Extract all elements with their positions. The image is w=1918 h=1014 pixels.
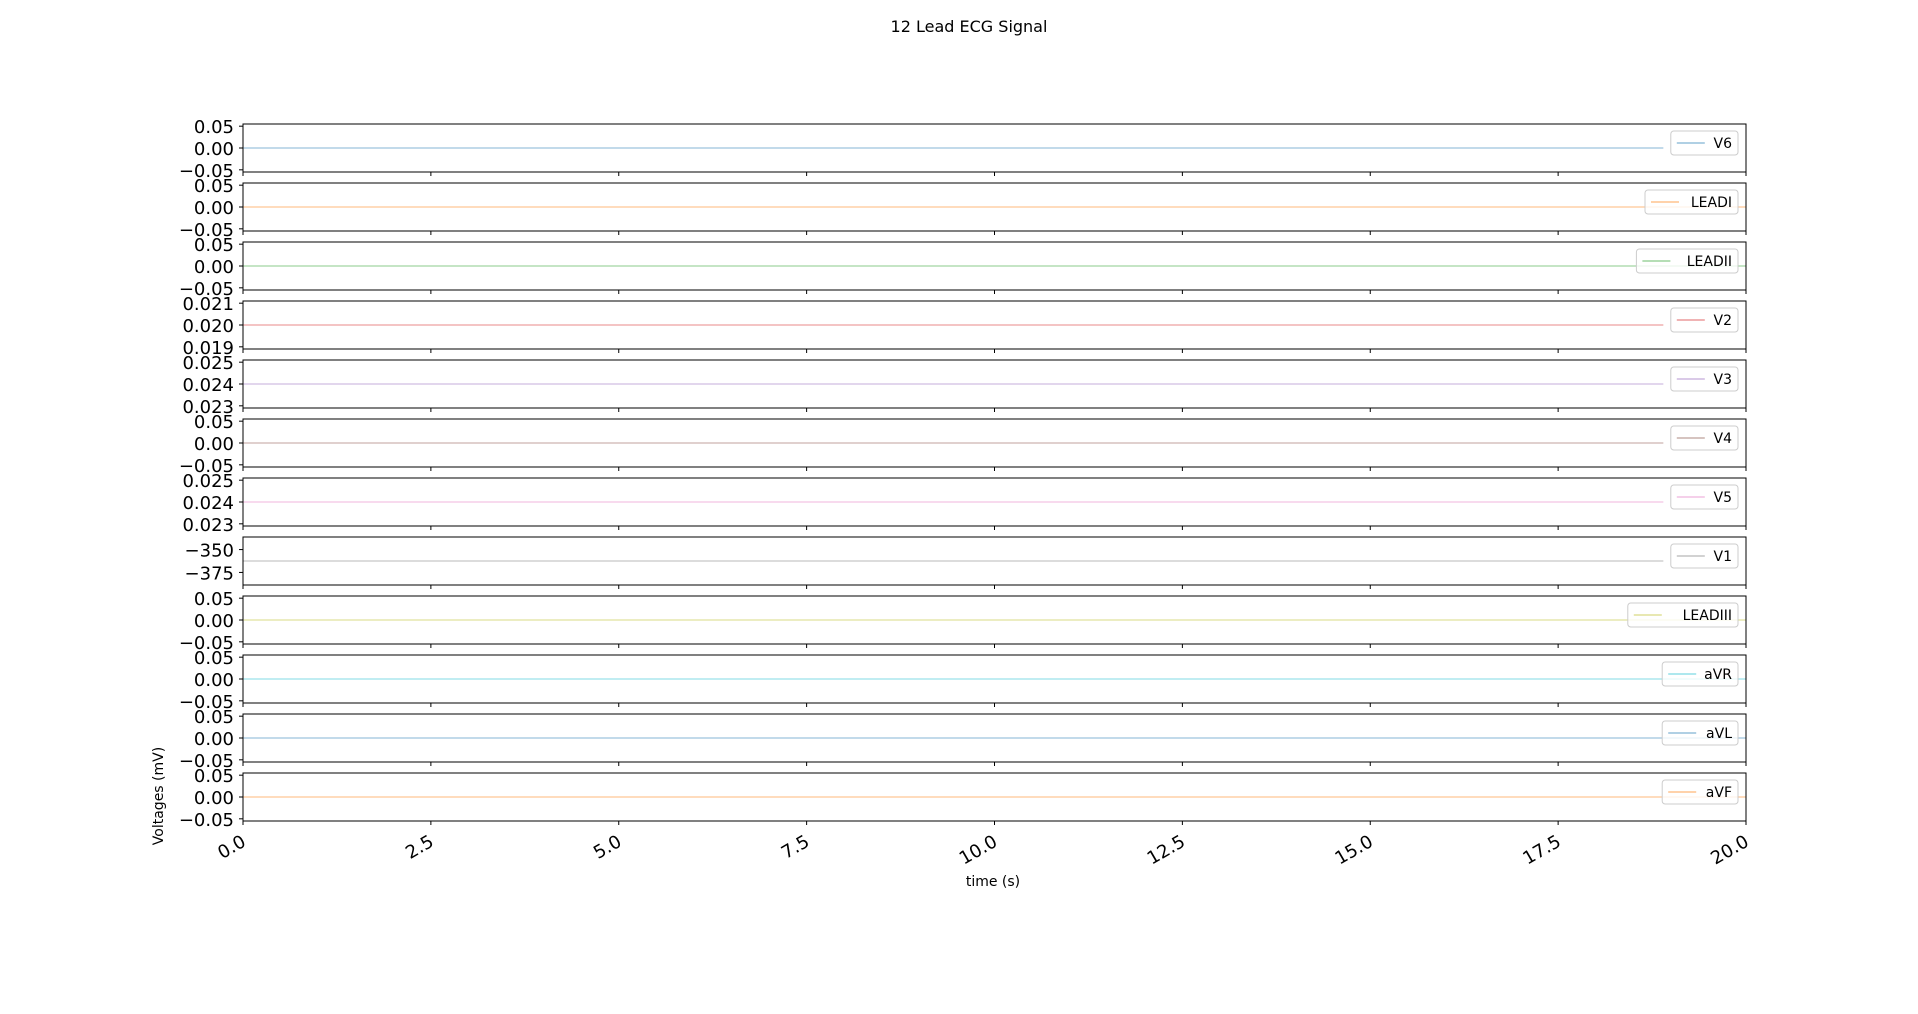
x-tick-label: 7.5 — [778, 831, 813, 864]
legend-aVR: aVR — [1661, 661, 1739, 687]
legend-label: V6 — [1714, 136, 1733, 152]
y-tick-label: 0.05 — [194, 589, 234, 610]
legend-V4: V4 — [1670, 425, 1739, 451]
y-tick-label: 0.024 — [182, 375, 234, 396]
x-tick-label: 2.5 — [402, 831, 437, 864]
legend-label: LEADII — [1687, 254, 1732, 270]
lead-panel-LEADIII: 0.050.00−0.05LEADIII — [179, 589, 1747, 654]
legend-LEADI: LEADI — [1644, 189, 1739, 215]
legend-aVL: aVL — [1661, 720, 1739, 746]
y-tick-label: 0.025 — [182, 471, 234, 492]
lead-panel-aVR: 0.050.00−0.05aVR — [179, 648, 1747, 713]
lead-panel-aVL: 0.050.00−0.05aVL — [179, 707, 1747, 772]
legend-label: aVR — [1704, 667, 1732, 683]
legend-label: V3 — [1714, 372, 1732, 388]
legend-V2: V2 — [1670, 307, 1739, 333]
y-tick-label: 0.00 — [194, 788, 234, 809]
y-tick-label: 0.020 — [182, 316, 234, 337]
y-tick-label: 0.05 — [194, 176, 234, 197]
y-tick-label: 0.00 — [194, 257, 234, 278]
y-tick-label: 0.05 — [194, 766, 234, 787]
lead-panel-V6: 0.050.00−0.05V6 — [179, 117, 1747, 182]
legend-label: V5 — [1714, 490, 1732, 506]
lead-panel-V5: 0.0250.0240.023 V5 — [182, 471, 1747, 536]
y-tick-label: 0.05 — [194, 117, 234, 138]
legend-V6: V6 — [1670, 130, 1739, 156]
lead-panel-aVF: 0.050.00−0.05 aVF — [179, 766, 1747, 831]
x-tick-label: 0.0 — [214, 831, 249, 864]
legend-label: aVL — [1706, 726, 1732, 742]
legend-V5: V5 — [1670, 484, 1739, 510]
lead-panel-V3: 0.0250.0240.023V3 — [182, 353, 1747, 418]
x-tick-label: 5.0 — [590, 831, 625, 864]
x-tick-label: 12.5 — [1144, 831, 1189, 869]
y-tick-label: −375 — [185, 563, 234, 584]
y-tick-label: 0.025 — [182, 353, 234, 374]
legend-V1: V1 — [1670, 543, 1739, 569]
y-axis-label: Voltages (mV) — [151, 747, 167, 845]
legend-label: LEADIII — [1683, 608, 1732, 624]
y-tick-label: −350 — [185, 541, 234, 562]
y-tick-label: 0.05 — [194, 235, 234, 256]
x-axis-label: time (s) — [966, 874, 1020, 890]
y-tick-label: 0.05 — [194, 707, 234, 728]
legend-aVF: aVF — [1661, 779, 1739, 805]
legend-label: V2 — [1714, 313, 1732, 329]
legend-label: V4 — [1714, 431, 1733, 447]
lead-panel-V1: −350−375 V1 — [185, 536, 1747, 589]
x-tick-label: 17.5 — [1519, 831, 1564, 869]
lead-panel-LEADII: 0.050.00−0.05LEADII — [179, 235, 1747, 300]
legend-label: LEADI — [1691, 195, 1732, 211]
y-tick-label: 0.00 — [194, 729, 234, 750]
x-tick-label: 20.0 — [1707, 831, 1752, 869]
x-tick-label: 10.0 — [956, 831, 1001, 869]
legend-V3: V3 — [1670, 366, 1739, 392]
legend-LEADIII: LEADIII — [1627, 602, 1739, 628]
y-tick-label: −0.05 — [179, 810, 234, 831]
lead-panels: 0.050.00−0.05V60.050.00−0.05LEADI0.050.0… — [179, 117, 1747, 831]
y-tick-label: 0.00 — [194, 434, 234, 455]
y-tick-label: 0.05 — [194, 648, 234, 669]
x-tick-label: 15.0 — [1332, 831, 1377, 869]
lead-panel-V2: 0.0210.0200.019V2 — [182, 294, 1747, 359]
legend-label: V1 — [1714, 549, 1732, 565]
y-tick-label: 0.00 — [194, 198, 234, 219]
ecg-chart: 12 Lead ECG Signal 0.050.00−0.05V60.050.… — [151, 17, 1753, 890]
y-tick-label: 0.021 — [182, 294, 234, 315]
chart-title: 12 Lead ECG Signal — [891, 17, 1048, 36]
legend-label: aVF — [1706, 785, 1732, 801]
legend-LEADII: LEADII — [1635, 248, 1739, 274]
x-axis: 0.0 2.5 5.0 7.5 10.0 12.5 15.0 17.5 20.0 — [214, 831, 1752, 869]
y-tick-label: 0.05 — [194, 412, 234, 433]
y-tick-label: 0.023 — [182, 515, 234, 536]
y-tick-label: 0.024 — [182, 493, 234, 514]
y-tick-label: 0.00 — [194, 139, 234, 160]
y-tick-label: 0.00 — [194, 670, 234, 691]
lead-panel-V4: 0.050.00−0.05V4 — [179, 412, 1747, 477]
y-tick-label: 0.00 — [194, 611, 234, 632]
lead-panel-LEADI: 0.050.00−0.05LEADI — [179, 176, 1747, 241]
